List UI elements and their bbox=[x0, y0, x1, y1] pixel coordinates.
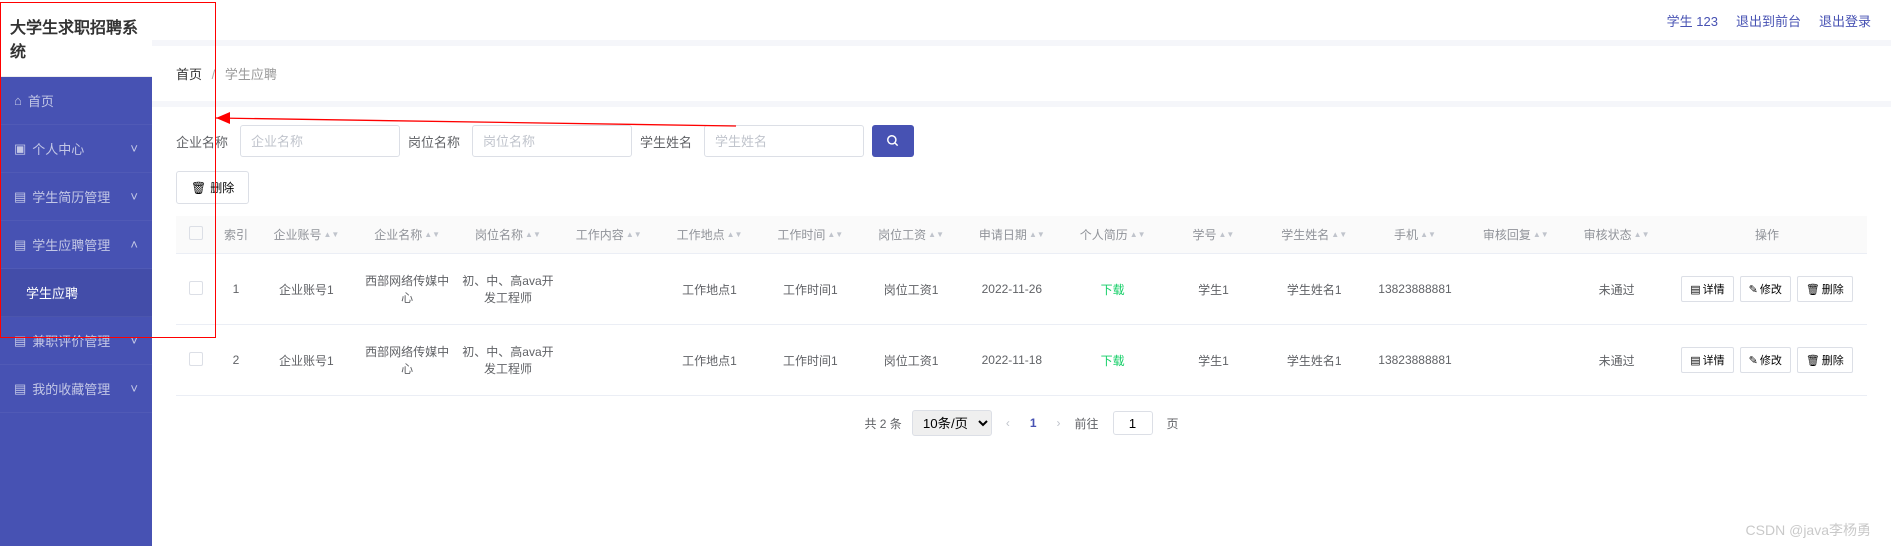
sort-icon[interactable]: ▲▼ bbox=[1029, 233, 1045, 237]
modify-button[interactable]: ✎修改 bbox=[1740, 276, 1791, 302]
delete-button[interactable]: 🗑删除 bbox=[1797, 347, 1853, 373]
sort-icon[interactable]: ▲▼ bbox=[1634, 233, 1650, 237]
detail-button[interactable]: ▤详情 bbox=[1681, 347, 1733, 373]
sidebar-item-favorite[interactable]: ▤我的收藏管理 ˅ bbox=[0, 365, 152, 413]
batch-delete-button[interactable]: 🗑 删除 bbox=[176, 171, 249, 204]
list-icon: ▤ bbox=[14, 381, 26, 397]
sort-icon[interactable]: ▲▼ bbox=[323, 233, 339, 237]
sort-icon[interactable]: ▲▼ bbox=[1130, 233, 1146, 237]
sidebar-subitem-apply[interactable]: 学生应聘 bbox=[0, 269, 152, 317]
doc-icon: ▤ bbox=[1690, 283, 1700, 296]
prev-page[interactable]: ‹ bbox=[1002, 416, 1014, 430]
pagination: 共 2 条 10条/页 ‹ 1 › 前往 页 bbox=[176, 396, 1867, 440]
search-button[interactable] bbox=[872, 125, 914, 157]
sort-icon[interactable]: ▲▼ bbox=[1533, 233, 1549, 237]
sidebar: 大学生求职招聘系统 ⌂首页 ▣个人中心 ˅ ▤学生简历管理 ˅ ▤学生应聘管理 … bbox=[0, 0, 152, 546]
sort-icon[interactable]: ▲▼ bbox=[525, 233, 541, 237]
edit-icon: ✎ bbox=[1749, 283, 1758, 296]
sort-icon[interactable]: ▲▼ bbox=[424, 233, 440, 237]
sort-icon[interactable]: ▲▼ bbox=[1219, 233, 1235, 237]
topbar-logout[interactable]: 退出登录 bbox=[1819, 11, 1871, 30]
filter-input-company[interactable] bbox=[240, 125, 400, 157]
row-checkbox[interactable] bbox=[189, 281, 203, 295]
download-link[interactable]: 下载 bbox=[1101, 283, 1125, 297]
sort-icon[interactable]: ▲▼ bbox=[727, 233, 743, 237]
list-icon: ▤ bbox=[14, 237, 26, 253]
filter-input-position[interactable] bbox=[472, 125, 632, 157]
sort-icon[interactable]: ▲▼ bbox=[1420, 233, 1436, 237]
chevron-down-icon: ˅ bbox=[130, 381, 138, 396]
sort-icon[interactable]: ▲▼ bbox=[827, 233, 843, 237]
list-icon: ▤ bbox=[14, 189, 26, 205]
select-all-checkbox[interactable] bbox=[189, 226, 203, 240]
breadcrumb-current: 学生应聘 bbox=[225, 67, 277, 82]
topbar-exit-front[interactable]: 退出到前台 bbox=[1736, 11, 1801, 30]
table-header-row: 索引 企业账号▲▼ 企业名称▲▼ 岗位名称▲▼ 工作内容▲▼ 工作地点▲▼ 工作… bbox=[176, 216, 1867, 254]
filter-label-position: 岗位名称 bbox=[408, 132, 460, 151]
next-page[interactable]: › bbox=[1053, 416, 1065, 430]
goto-label-pre: 前往 bbox=[1075, 415, 1099, 432]
detail-button[interactable]: ▤详情 bbox=[1681, 276, 1733, 302]
page-size-select[interactable]: 10条/页 bbox=[912, 410, 992, 436]
sidebar-item-resume[interactable]: ▤学生简历管理 ˅ bbox=[0, 173, 152, 221]
data-table: 索引 企业账号▲▼ 企业名称▲▼ 岗位名称▲▼ 工作内容▲▼ 工作地点▲▼ 工作… bbox=[176, 216, 1867, 396]
table-row: 1企业账号1西部网络传媒中心初、中、高ava开发工程师工作地点1工作时间1岗位工… bbox=[176, 254, 1867, 325]
filter-input-studentname[interactable] bbox=[704, 125, 864, 157]
trash-icon: 🗑 bbox=[191, 181, 206, 195]
sidebar-item-parttime[interactable]: ▤兼职评价管理 ˅ bbox=[0, 317, 152, 365]
goto-page-input[interactable] bbox=[1113, 411, 1153, 435]
download-link[interactable]: 下载 bbox=[1101, 354, 1125, 368]
chevron-down-icon: ˅ bbox=[130, 333, 138, 348]
row-checkbox[interactable] bbox=[189, 352, 203, 366]
breadcrumb-home[interactable]: 首页 bbox=[176, 67, 202, 82]
sort-icon[interactable]: ▲▼ bbox=[1331, 233, 1347, 237]
goto-label-post: 页 bbox=[1167, 415, 1179, 432]
edit-icon: ✎ bbox=[1749, 354, 1758, 367]
filter-label-company: 企业名称 bbox=[176, 132, 228, 151]
topbar: 学生 123 退出到前台 退出登录 bbox=[152, 0, 1891, 40]
filter-label-studentname: 学生姓名 bbox=[640, 132, 692, 151]
table-row: 2企业账号1西部网络传媒中心初、中、高ava开发工程师工作地点1工作时间1岗位工… bbox=[176, 325, 1867, 396]
chevron-down-icon: ˅ bbox=[130, 141, 138, 156]
breadcrumb: 首页 / 学生应聘 bbox=[152, 46, 1891, 101]
sort-icon[interactable]: ▲▼ bbox=[626, 233, 642, 237]
user-icon: ▣ bbox=[14, 141, 26, 157]
sidebar-item-home[interactable]: ⌂首页 bbox=[0, 77, 152, 125]
delete-button[interactable]: 🗑删除 bbox=[1797, 276, 1853, 302]
sidebar-item-personal[interactable]: ▣个人中心 ˅ bbox=[0, 125, 152, 173]
app-title: 大学生求职招聘系统 bbox=[0, 0, 152, 77]
filter-row: 企业名称 岗位名称 学生姓名 bbox=[176, 125, 1867, 157]
home-icon: ⌂ bbox=[14, 93, 22, 108]
chevron-up-icon: ˄ bbox=[130, 237, 138, 252]
doc-icon: ▤ bbox=[1690, 354, 1700, 367]
modify-button[interactable]: ✎修改 bbox=[1740, 347, 1791, 373]
trash-icon: 🗑 bbox=[1806, 354, 1820, 367]
sidebar-item-apply[interactable]: ▤学生应聘管理 ˄ bbox=[0, 221, 152, 269]
list-icon: ▤ bbox=[14, 333, 26, 349]
content-panel: 企业名称 岗位名称 学生姓名 🗑 删除 bbox=[152, 107, 1891, 546]
breadcrumb-separator: / bbox=[212, 67, 216, 82]
search-icon bbox=[886, 134, 900, 148]
chevron-down-icon: ˅ bbox=[130, 189, 138, 204]
sort-icon[interactable]: ▲▼ bbox=[928, 233, 944, 237]
page-number[interactable]: 1 bbox=[1024, 416, 1043, 430]
menu: ⌂首页 ▣个人中心 ˅ ▤学生简历管理 ˅ ▤学生应聘管理 ˄ 学生应聘 ▤兼职… bbox=[0, 77, 152, 546]
pagination-total: 共 2 条 bbox=[864, 415, 901, 432]
main: 学生 123 退出到前台 退出登录 首页 / 学生应聘 企业名称 岗位名称 学生… bbox=[152, 0, 1891, 546]
trash-icon: 🗑 bbox=[1806, 283, 1820, 296]
topbar-user[interactable]: 学生 123 bbox=[1667, 11, 1718, 30]
